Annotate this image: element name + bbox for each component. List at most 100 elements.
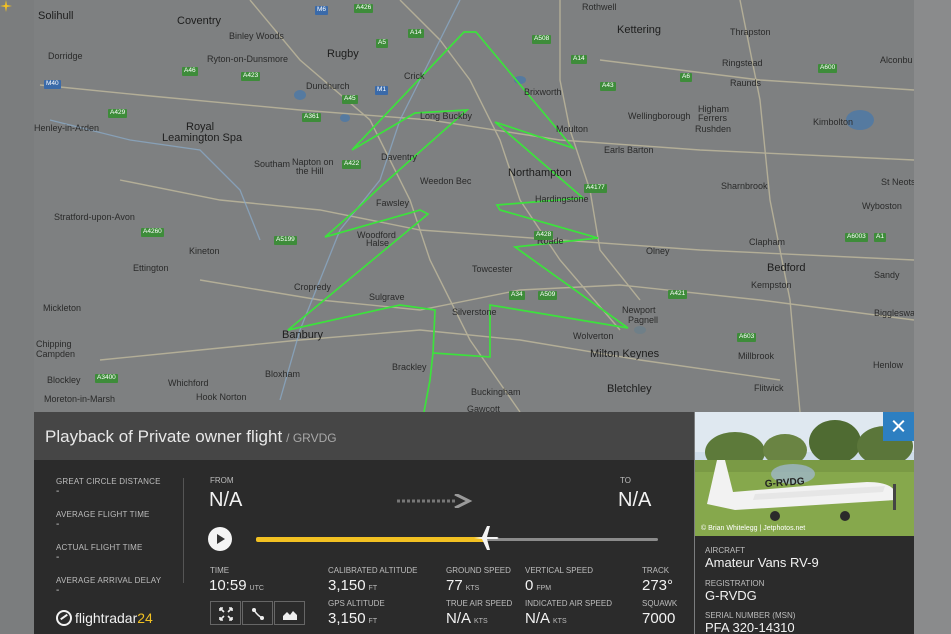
town-label: Hardingstone xyxy=(535,194,589,204)
road-shield: A14 xyxy=(408,29,424,38)
vertical-speed-label: VERTICAL SPEED xyxy=(525,566,594,575)
road-shield: A600 xyxy=(818,64,838,73)
playback-panel: Playback of Private owner flight / GRVDG … xyxy=(34,412,694,634)
town-label: Clapham xyxy=(749,237,786,247)
town-label: Kempston xyxy=(751,280,792,290)
calibrated-altitude-label: CALIBRATED ALTITUDE xyxy=(328,566,418,575)
town-label: Sharnbrook xyxy=(721,181,768,191)
town-label: Flitwick xyxy=(754,383,784,393)
playback-handle-plane-icon[interactable] xyxy=(471,524,501,552)
expand-icon xyxy=(219,607,233,621)
true-air-speed-unit: KTS xyxy=(474,618,488,625)
town-label: Henley-in-Arden xyxy=(34,123,100,133)
road-shield: A34 xyxy=(509,291,525,300)
town-label: Chipping xyxy=(36,339,72,349)
stat-label-actual-flight-time: ACTUAL FLIGHT TIME xyxy=(56,543,143,552)
ground-speed-value: 77 KTS xyxy=(446,577,479,594)
fullscreen-button[interactable] xyxy=(210,601,241,625)
track-label: TRACK xyxy=(642,566,670,575)
from-label: FROM xyxy=(210,476,234,485)
road-shield: A14 xyxy=(571,55,587,64)
stat-value-avg-flight-time: - xyxy=(56,519,60,530)
town-label: Moulton xyxy=(556,124,589,134)
road-shield: A429 xyxy=(108,109,128,118)
flightradar-logo[interactable]: flightradar 24 xyxy=(56,610,153,626)
from-value: N/A xyxy=(209,489,243,511)
road-shield: A603 xyxy=(737,333,757,342)
town-label: Raunds xyxy=(730,78,762,88)
aircraft-photo[interactable]: G-RVDG © Brian Whitelegg | Jetphotos.net xyxy=(695,412,914,536)
true-air-speed-label: TRUE AIR SPEED xyxy=(446,599,513,608)
road-shield: A4177 xyxy=(584,184,607,193)
town-label: Blockley xyxy=(47,375,81,385)
road-shield: M6 xyxy=(315,6,329,15)
road-shield: A508 xyxy=(532,35,552,44)
aircraft-label: AIRCRAFT xyxy=(705,546,745,555)
to-label: TO xyxy=(620,476,631,485)
town-label: Cropredy xyxy=(294,282,332,292)
town-label: Milton Keynes xyxy=(590,348,660,360)
close-button[interactable] xyxy=(883,412,914,441)
photo-credit[interactable]: © Brian Whitelegg | Jetphotos.net xyxy=(701,525,805,532)
page-title: Playback of Private owner flight / GRVDG xyxy=(45,427,337,447)
road-shield: A3400 xyxy=(95,374,118,383)
stat-label-distance: GREAT CIRCLE DISTANCE xyxy=(56,477,161,486)
play-button[interactable] xyxy=(208,527,232,551)
town-label: Whichford xyxy=(168,378,209,388)
true-air-speed-value: N/A KTS xyxy=(446,610,488,627)
vertical-speed-text: 0 xyxy=(525,577,534,594)
town-label: Mickleton xyxy=(43,303,82,313)
road-shield: A509 xyxy=(538,291,558,300)
town-label: Olney xyxy=(646,246,670,256)
indicated-air-speed-value: N/A KTS xyxy=(525,610,567,627)
road-shield: A45 xyxy=(342,95,358,104)
town-label: Halse xyxy=(366,238,390,248)
gps-altitude-value: 3,150 FT xyxy=(328,610,377,627)
town-label: Wolverton xyxy=(573,331,614,341)
route-button[interactable] xyxy=(242,601,273,625)
route-icon xyxy=(252,608,264,620)
callsign: / GRVDG xyxy=(286,431,337,445)
time-unit: UTC xyxy=(249,585,264,592)
playback-progress xyxy=(256,537,485,542)
town-label: Moreton-in-Marsh xyxy=(44,394,116,404)
aircraft-position-icon[interactable] xyxy=(0,0,12,12)
logo-icon xyxy=(56,610,72,626)
town-label: Rugby xyxy=(327,48,359,60)
town-label: Brixworth xyxy=(524,87,562,97)
stat-value-distance: - xyxy=(56,486,60,497)
town-label: Ryton-on-Dunsmore xyxy=(207,54,289,64)
town-label: Long Buckby xyxy=(420,111,473,121)
town-label: Solihull xyxy=(38,10,74,22)
chart-icon xyxy=(283,611,297,620)
town-label: Towcester xyxy=(472,264,513,274)
squawk-label: SQUAWK xyxy=(642,599,678,608)
town-label: Silverstone xyxy=(452,307,497,317)
road-shield: A4260 xyxy=(141,228,164,237)
stat-value-arrival-delay: - xyxy=(56,585,60,596)
flight-title: Playback of Private owner flight xyxy=(45,427,283,446)
route-arrow-icon xyxy=(397,494,473,508)
town-label: Hook Norton xyxy=(196,392,247,402)
town-label: Bedford xyxy=(767,262,806,274)
ground-speed-label: GROUND SPEED xyxy=(446,566,511,575)
road-shield: A46 xyxy=(182,67,198,76)
road-shield: A5199 xyxy=(274,236,297,245)
town-label: Pagnell xyxy=(628,315,659,325)
road-shield: A1 xyxy=(874,233,886,242)
road-shield: M1 xyxy=(375,86,389,95)
time-value-text: 10:59 xyxy=(209,577,247,594)
town-label: Weedon Bec xyxy=(420,176,472,186)
town-label: Northampton xyxy=(508,167,572,179)
gps-altitude-text: 3,150 xyxy=(328,610,366,627)
road-shield: A361 xyxy=(302,113,322,122)
town-label: Ferrers xyxy=(698,113,727,123)
panel-body: GREAT CIRCLE DISTANCE - AVERAGE FLIGHT T… xyxy=(34,460,694,634)
town-label: Binley Woods xyxy=(229,31,284,41)
indicated-air-speed-unit: KTS xyxy=(553,618,567,625)
altitude-graph-button[interactable] xyxy=(274,601,305,625)
town-label: Southam xyxy=(254,159,291,169)
town-label: Sandy xyxy=(874,270,900,280)
road-shield: A6003 xyxy=(845,233,868,242)
calibrated-altitude-unit: FT xyxy=(368,585,378,592)
